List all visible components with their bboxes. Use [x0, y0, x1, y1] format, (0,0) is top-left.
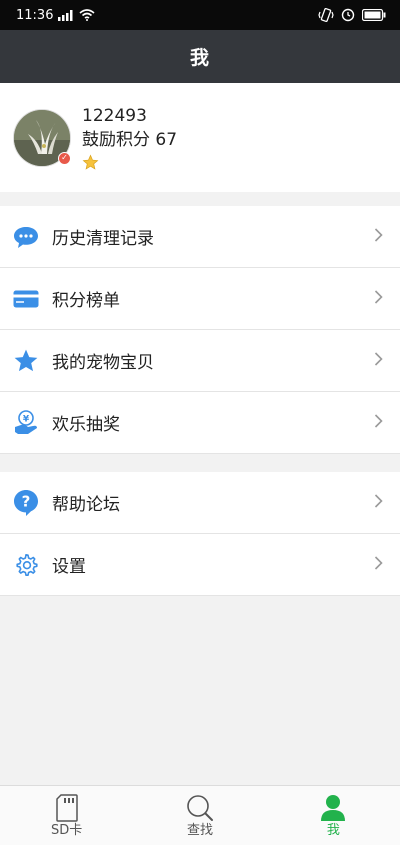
nav-label: 我 — [326, 823, 340, 838]
gear-icon — [12, 551, 40, 579]
menu-item-history[interactable]: 历史清理记录 — [0, 206, 400, 268]
nav-label: SD卡 — [51, 823, 83, 838]
page-title: 我 — [189, 47, 210, 69]
alarm-icon — [341, 8, 355, 22]
help-icon: ? — [12, 489, 40, 517]
chat-bubble-icon — [12, 223, 40, 251]
avatar-container[interactable]: ✓ — [13, 108, 71, 167]
signal-icon — [58, 9, 74, 21]
svg-text:?: ? — [22, 492, 31, 510]
menu-group-support: ? 帮助论坛 设置 — [0, 472, 400, 596]
user-id: 122493 — [82, 106, 147, 126]
bottom-nav: SD卡 查找 我 — [0, 785, 400, 845]
profile-info: 122493 鼓励积分 67 — [82, 105, 177, 172]
menu-item-lottery[interactable]: ¥ 欢乐抽奖 — [0, 392, 400, 454]
star-icon — [12, 347, 40, 375]
battery-icon — [362, 9, 386, 21]
menu-item-label: 设置 — [52, 557, 86, 577]
wifi-icon — [79, 9, 95, 21]
nav-sd-card[interactable]: SD卡 — [0, 786, 133, 845]
status-bar: 11:36 — [0, 0, 400, 30]
menu-item-label: 帮助论坛 — [52, 495, 120, 515]
profile-card[interactable]: ✓ 122493 鼓励积分 67 — [0, 83, 400, 192]
menu-group-main: 历史清理记录 积分榜单 我的宠物宝贝 ¥ 欢乐抽奖 — [0, 206, 400, 454]
menu-item-pets[interactable]: 我的宠物宝贝 — [0, 330, 400, 392]
search-icon — [186, 793, 214, 823]
menu-item-settings[interactable]: 设置 — [0, 534, 400, 596]
chevron-right-icon — [374, 493, 383, 512]
chevron-right-icon — [374, 227, 383, 246]
chevron-right-icon — [374, 351, 383, 370]
nav-search[interactable]: 查找 — [133, 786, 266, 845]
vibrate-icon — [318, 8, 334, 22]
nav-me[interactable]: 我 — [267, 786, 400, 845]
chevron-right-icon — [374, 289, 383, 308]
card-icon — [12, 285, 40, 313]
page-title-bar: 我 — [0, 30, 400, 83]
chevron-right-icon — [374, 413, 383, 432]
menu-item-label: 我的宠物宝贝 — [52, 353, 154, 373]
person-icon — [320, 793, 346, 823]
sd-card-icon — [55, 793, 78, 823]
menu-item-label: 历史清理记录 — [52, 229, 154, 249]
svg-text:¥: ¥ — [23, 414, 30, 424]
level-star-icon — [82, 154, 177, 172]
chevron-right-icon — [374, 555, 383, 574]
menu-item-label: 积分榜单 — [52, 291, 120, 311]
menu-item-leaderboard[interactable]: 积分榜单 — [0, 268, 400, 330]
verified-badge-icon: ✓ — [58, 151, 71, 165]
menu-item-help-forum[interactable]: ? 帮助论坛 — [0, 472, 400, 534]
hand-coin-icon: ¥ — [12, 409, 40, 437]
nav-label: 查找 — [186, 823, 213, 838]
status-time: 11:36 — [16, 7, 54, 23]
menu-item-label: 欢乐抽奖 — [52, 415, 120, 435]
points-label: 鼓励积分 67 — [82, 130, 178, 150]
